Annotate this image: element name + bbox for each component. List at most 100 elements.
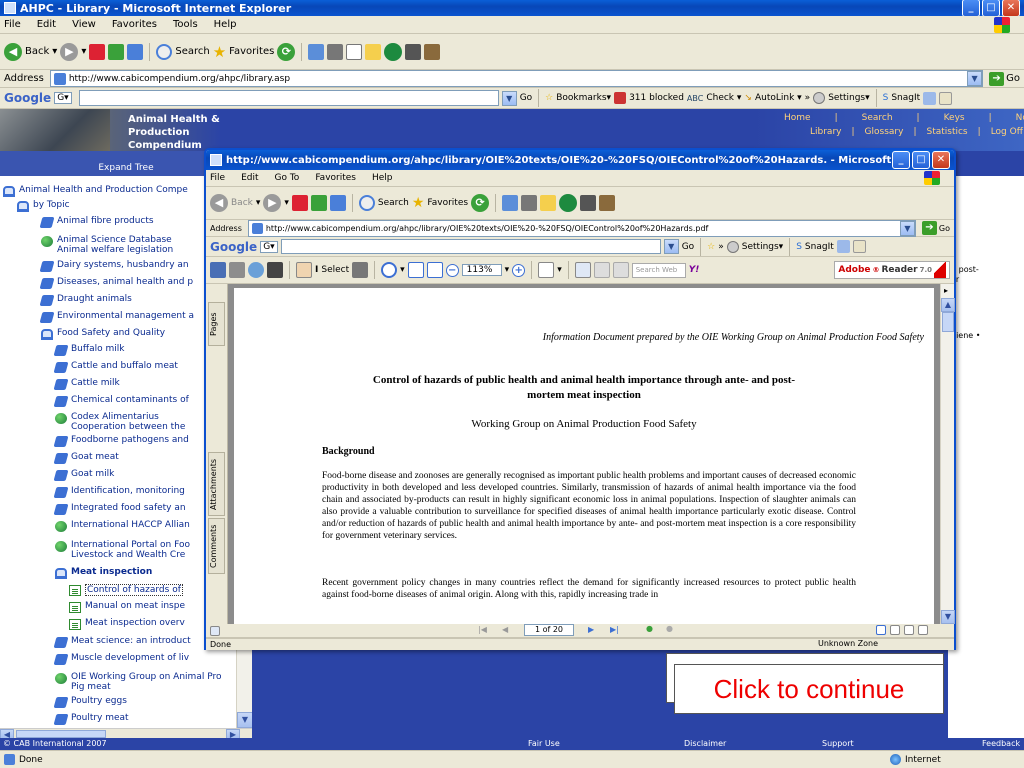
attachments-tab[interactable]: Attachments <box>208 452 225 516</box>
popup-maximize-button[interactable]: □ <box>912 151 930 169</box>
popup-google-dropdown-icon[interactable]: ▼ <box>663 239 679 254</box>
popup-history-icon[interactable]: ⟳ <box>471 194 490 212</box>
find-icon[interactable] <box>267 262 283 278</box>
last-page-icon[interactable]: ▶| <box>610 625 619 634</box>
tree-node[interactable]: Diseases, animal health and p <box>39 277 193 289</box>
snapshot-icon[interactable] <box>352 262 369 278</box>
continuous-icon[interactable] <box>890 625 900 635</box>
popup-menu-help[interactable]: Help <box>372 173 393 183</box>
tree-node[interactable]: Animal Science Database Animal welfare le… <box>41 235 173 255</box>
popup-go-button[interactable]: ➔ Go <box>921 221 950 235</box>
menu-view[interactable]: View <box>72 19 96 30</box>
popup-address-input[interactable]: http://www.cabicompendium.org/ahpc/libra… <box>247 219 916 237</box>
folder-icon[interactable] <box>365 43 382 60</box>
undo-icon[interactable] <box>593 262 610 278</box>
tree-node[interactable]: International HACCP Allian <box>55 520 190 532</box>
bookmarks-button[interactable]: Bookmarks▾ <box>556 93 611 103</box>
tree-node[interactable]: Dairy systems, husbandry an <box>39 260 189 272</box>
back-button-label[interactable]: Back <box>25 46 49 57</box>
tree-node[interactable]: Identification, monitoring <box>53 486 185 498</box>
research-icon[interactable] <box>405 43 422 60</box>
popup-snagit-capture-icon[interactable] <box>836 240 850 253</box>
nav-statistics[interactable]: Statistics <box>926 127 967 137</box>
popup-google-go-button[interactable]: Go <box>682 242 694 252</box>
page-layout-icon[interactable] <box>210 625 220 636</box>
tree-node[interactable]: Food Safety and Quality <box>41 328 165 340</box>
footer-disclaimer[interactable]: Disclaimer <box>684 739 726 748</box>
next-page-icon[interactable]: ▶ <box>588 625 594 634</box>
tree-node[interactable]: Cattle milk <box>53 378 120 390</box>
tree-node[interactable]: Goat milk <box>53 469 114 481</box>
tree-node[interactable]: Control of hazards of <box>69 584 183 596</box>
nav-library[interactable]: Library <box>810 127 841 137</box>
tree-node[interactable]: Animal Health and Production Compe <box>3 185 188 197</box>
tree-node[interactable]: Chemical contaminants of <box>53 395 189 407</box>
google-g-menu[interactable]: G▾ <box>54 92 72 104</box>
select-tool-label[interactable]: Select <box>321 265 349 275</box>
popup-stop-icon[interactable] <box>291 195 308 211</box>
address-dropdown-icon[interactable]: ▼ <box>967 71 983 86</box>
snagit-capture-icon[interactable] <box>923 91 937 105</box>
popup-menu-favorites[interactable]: Favorites <box>315 173 356 183</box>
tree-hscrollbar[interactable]: ◀ ▶ <box>0 728 252 739</box>
zoom-in-icon[interactable] <box>381 262 398 278</box>
pdf-scroll-up-icon[interactable]: ▲ <box>941 298 955 312</box>
menu-file[interactable]: File <box>4 19 21 30</box>
print-icon[interactable] <box>327 43 344 60</box>
email-icon[interactable] <box>248 262 264 278</box>
pages-tab[interactable]: Pages <box>208 302 225 346</box>
go-button[interactable]: ➔ Go <box>989 71 1020 86</box>
pdf-viewport[interactable]: Information Document prepared by the OIE… <box>228 284 940 624</box>
single-page-icon[interactable] <box>876 625 886 635</box>
nav-notepad[interactable]: Notepad <box>1016 113 1024 123</box>
tree-node[interactable]: Buffalo milk <box>53 344 124 356</box>
settings-button[interactable]: Settings▾ <box>828 93 869 103</box>
menu-tools[interactable]: Tools <box>173 19 198 30</box>
doc-icon[interactable] <box>612 262 629 278</box>
check-button[interactable]: Check ▾ <box>706 93 741 103</box>
zoom-in-plus-icon[interactable]: + <box>512 263 526 277</box>
popup-menu-edit[interactable]: Edit <box>241 173 258 183</box>
search-icon[interactable] <box>156 43 173 60</box>
tree-node[interactable]: Meat inspection <box>55 567 152 579</box>
zoom-out-icon[interactable]: − <box>445 263 459 277</box>
click-to-continue-button[interactable]: Click to continue <box>674 664 944 714</box>
facing-icon[interactable] <box>904 625 914 635</box>
tree-node[interactable]: Meat science: an introduct <box>53 636 191 648</box>
tree-node[interactable]: by Topic <box>17 200 70 212</box>
tree-node[interactable]: Integrated food safety an <box>53 503 186 515</box>
tree-node[interactable]: OIE Working Group on Animal Pro Pig meat <box>55 672 221 692</box>
hand-tool-icon[interactable] <box>296 262 312 278</box>
popup-address-dropdown-icon[interactable]: ▼ <box>899 220 915 236</box>
popup-google-g-menu[interactable]: G▾ <box>260 240 278 253</box>
tree-node[interactable]: Poultry meat <box>53 713 129 725</box>
popup-refresh-icon[interactable] <box>310 195 327 211</box>
adobe-reader-badge[interactable]: Adobe ® Reader 7.0 <box>834 261 950 279</box>
popup-snagit-options-icon[interactable] <box>852 240 866 253</box>
popup-snagit-button[interactable]: SnagIt <box>805 242 834 252</box>
refresh-icon[interactable] <box>108 43 125 60</box>
google-search-input[interactable] <box>78 90 499 106</box>
maximize-button[interactable]: □ <box>982 0 1000 17</box>
tree-node[interactable]: Manual on meat inspe <box>69 601 185 613</box>
popup-print-icon[interactable] <box>521 195 538 211</box>
popup-mail-icon[interactable] <box>502 195 519 211</box>
tree-node[interactable]: Foodborne pathogens and <box>53 435 189 447</box>
popup-messenger-icon[interactable] <box>559 194 578 212</box>
tools-extra-icon[interactable] <box>424 43 441 60</box>
popup-more-button[interactable]: » <box>718 242 724 252</box>
more-button[interactable]: » <box>805 93 811 103</box>
outer-title-bar[interactable]: AHPC - Library - Microsoft Internet Expl… <box>0 0 1024 17</box>
menu-help[interactable]: Help <box>214 19 237 30</box>
prev-page-icon[interactable]: ◀ <box>502 625 508 634</box>
nav-home[interactable]: Home <box>784 113 811 123</box>
tree-node[interactable]: Muscle development of liv <box>53 653 189 665</box>
google-search-dropdown-icon[interactable]: ▼ <box>501 90 517 106</box>
messenger-icon[interactable] <box>384 42 403 61</box>
nav-logoff[interactable]: Log Off <box>991 127 1023 137</box>
popup-bookmarks-star-icon[interactable]: ☆ <box>707 242 715 252</box>
site-logo-text[interactable]: Animal Health & Production Compendium <box>128 113 220 152</box>
footer-feedback[interactable]: Feedback <box>982 739 1020 748</box>
google-go-button[interactable]: Go <box>520 93 532 103</box>
popup-research-icon[interactable] <box>580 195 597 211</box>
